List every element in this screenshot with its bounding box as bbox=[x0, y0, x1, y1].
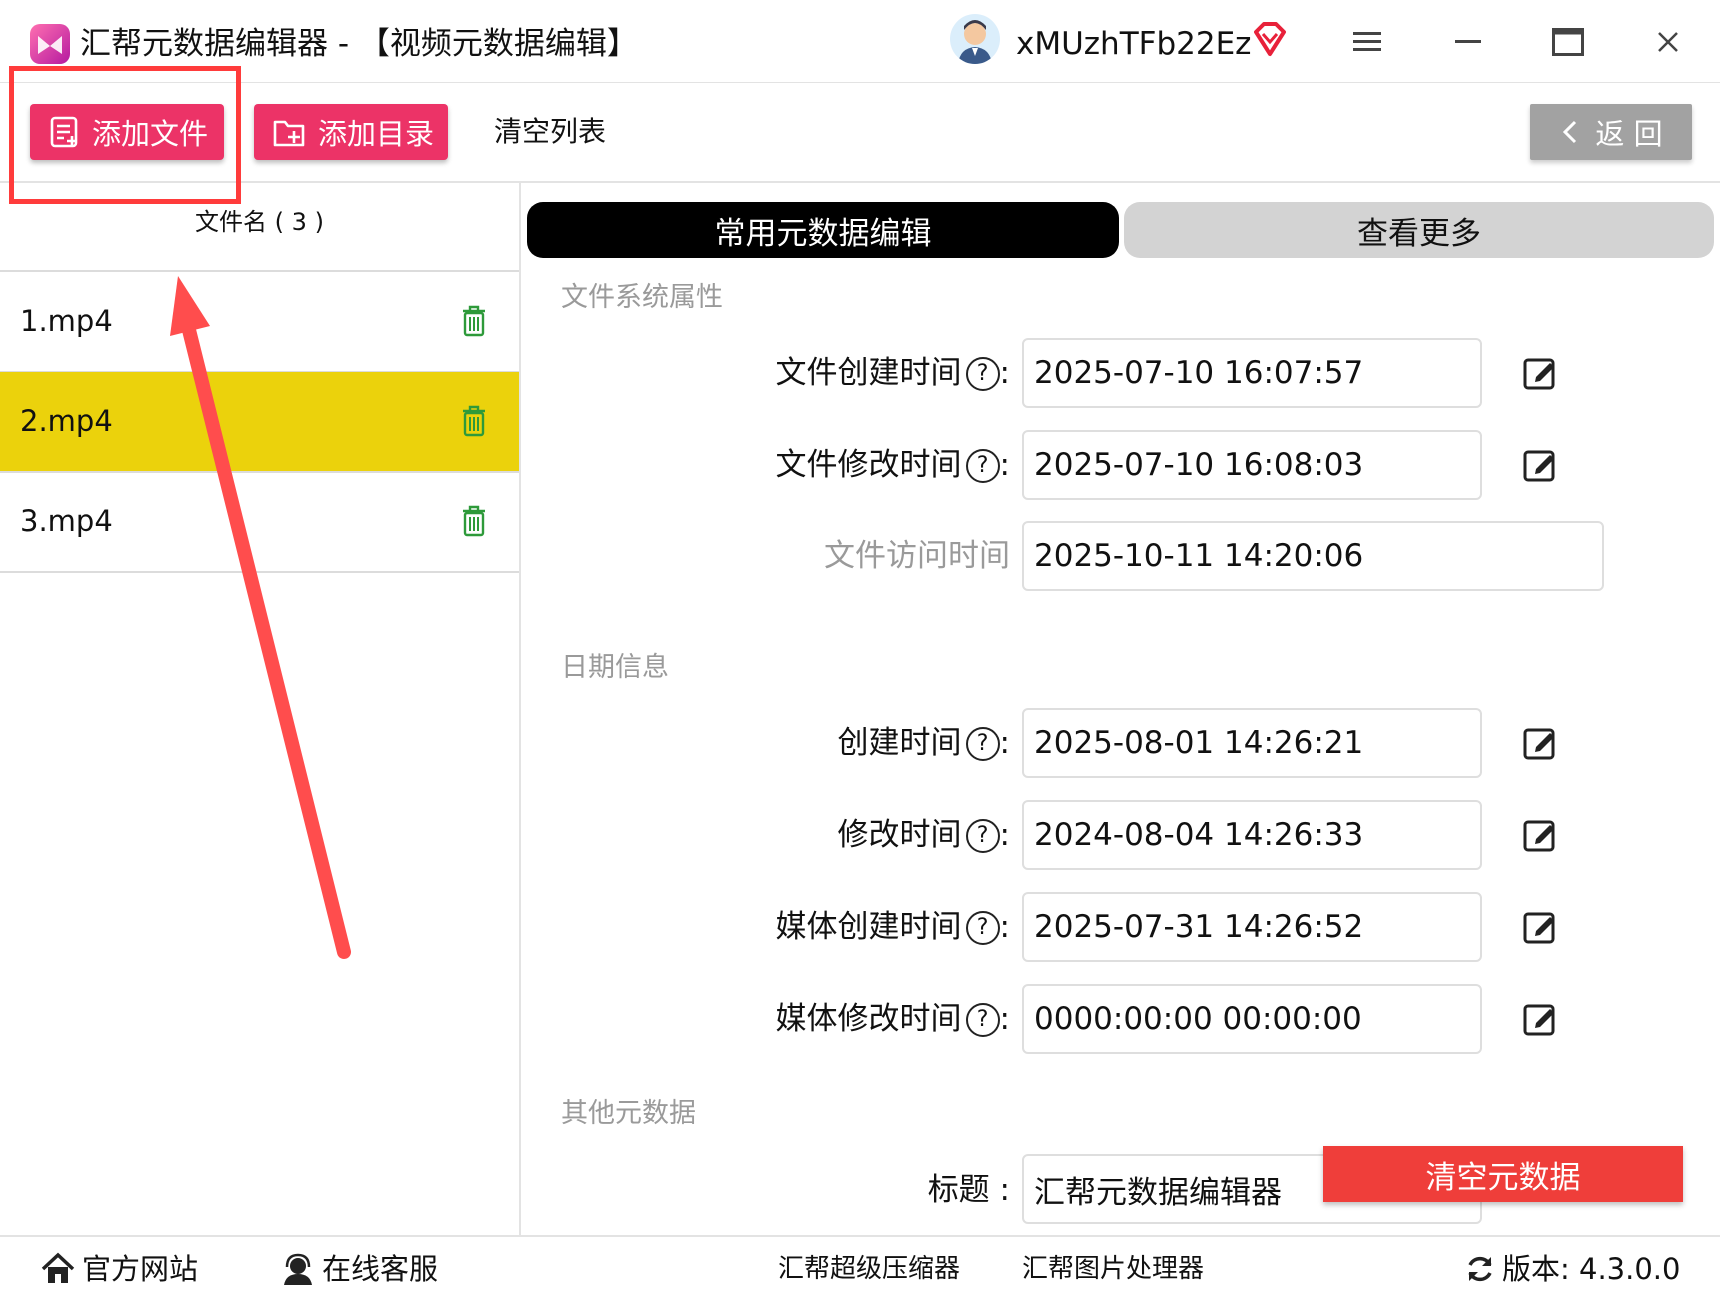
edit-icon[interactable] bbox=[1522, 909, 1558, 945]
minimize-icon[interactable] bbox=[1443, 18, 1493, 66]
home-icon bbox=[41, 1252, 75, 1283]
file-name: 1.mp4 bbox=[20, 304, 113, 338]
refresh-icon bbox=[1468, 1256, 1492, 1282]
file-list-header: 文件名 ( 3 ) bbox=[195, 208, 324, 236]
app-logo-icon bbox=[30, 24, 70, 64]
website-label: 官方网站 bbox=[82, 1252, 199, 1286]
file-accessed-time-input[interactable] bbox=[1022, 521, 1604, 591]
file-name: 2.mp4 bbox=[20, 404, 113, 438]
field-label-file-modified: 文件修改时间?: bbox=[775, 447, 1010, 483]
trash-icon[interactable] bbox=[460, 304, 488, 338]
modified-time-input[interactable] bbox=[1022, 800, 1482, 870]
tab-view-more[interactable]: 查看更多 bbox=[1124, 202, 1714, 258]
file-modified-time-input[interactable] bbox=[1022, 430, 1482, 500]
file-created-time-input[interactable] bbox=[1022, 338, 1482, 408]
help-icon[interactable]: ? bbox=[965, 727, 1000, 761]
chevron-left-icon bbox=[1563, 120, 1577, 144]
edit-icon[interactable] bbox=[1522, 447, 1558, 483]
add-folder-button[interactable]: 添加目录 bbox=[254, 104, 448, 160]
field-label-modified: 修改时间?: bbox=[837, 817, 1010, 853]
media-created-time-input[interactable] bbox=[1022, 892, 1482, 962]
hamburger-icon[interactable] bbox=[1342, 18, 1392, 66]
field-label-created: 创建时间?: bbox=[837, 725, 1010, 761]
clear-metadata-button[interactable]: 清空元数据 bbox=[1323, 1146, 1683, 1202]
online-support-link[interactable]: 在线客服 bbox=[280, 1248, 438, 1290]
help-icon[interactable]: ? bbox=[965, 1003, 1000, 1037]
username: xMUzhTFb22Ez bbox=[1016, 26, 1252, 62]
file-row[interactable]: 1.mp4 bbox=[0, 272, 519, 373]
clear-list-button[interactable]: 清空列表 bbox=[494, 112, 606, 152]
vip-diamond-icon[interactable] bbox=[1250, 20, 1290, 60]
field-label-file-created: 文件创建时间?: bbox=[775, 355, 1010, 391]
field-label-title: 标题 : bbox=[927, 1172, 1010, 1208]
add-folder-label: 添加目录 bbox=[318, 117, 435, 151]
customer-service-icon bbox=[284, 1253, 312, 1285]
help-icon[interactable]: ? bbox=[965, 819, 1000, 853]
help-icon[interactable]: ? bbox=[965, 911, 1000, 945]
compressor-link[interactable]: 汇帮超级压缩器 bbox=[778, 1248, 960, 1290]
folder-add-icon bbox=[273, 120, 305, 147]
official-website-link[interactable]: 官方网站 bbox=[40, 1248, 198, 1290]
tab-common-metadata[interactable]: 常用元数据编辑 bbox=[527, 202, 1119, 258]
back-label: 返 回 bbox=[1595, 117, 1663, 151]
image-tool-link[interactable]: 汇帮图片处理器 bbox=[1022, 1248, 1204, 1290]
help-icon[interactable]: ? bbox=[965, 357, 1000, 391]
support-label: 在线客服 bbox=[322, 1252, 439, 1286]
section-title-other: 其他元数据 bbox=[561, 1098, 696, 1129]
section-title-filesystem: 文件系统属性 bbox=[561, 282, 723, 313]
edit-icon[interactable] bbox=[1522, 725, 1558, 761]
field-label-media-modified: 媒体修改时间?: bbox=[775, 1001, 1010, 1037]
window-title: 汇帮元数据编辑器 - 【视频元数据编辑】 bbox=[80, 26, 638, 62]
edit-icon[interactable] bbox=[1522, 355, 1558, 391]
file-row-selected[interactable]: 2.mp4 bbox=[0, 372, 519, 473]
trash-icon[interactable] bbox=[460, 404, 488, 438]
file-row[interactable]: 3.mp4 bbox=[0, 472, 519, 573]
media-modified-time-input[interactable] bbox=[1022, 984, 1482, 1054]
created-time-input[interactable] bbox=[1022, 708, 1482, 778]
close-icon[interactable] bbox=[1643, 18, 1693, 66]
avatar[interactable] bbox=[950, 14, 1000, 64]
edit-icon[interactable] bbox=[1522, 817, 1558, 853]
help-icon[interactable]: ? bbox=[965, 449, 1000, 483]
edit-icon[interactable] bbox=[1522, 1001, 1558, 1037]
file-name: 3.mp4 bbox=[20, 504, 113, 538]
version-info[interactable]: 版本: 4.3.0.0 bbox=[1464, 1248, 1680, 1290]
section-title-date: 日期信息 bbox=[561, 652, 669, 683]
field-label-media-created: 媒体创建时间?: bbox=[775, 909, 1010, 945]
back-button[interactable]: 返 回 bbox=[1530, 104, 1692, 160]
field-label-file-accessed: 文件访问时间 bbox=[824, 538, 1010, 574]
version-label: 版本: 4.3.0.0 bbox=[1502, 1252, 1681, 1286]
trash-icon[interactable] bbox=[460, 504, 488, 538]
maximize-icon[interactable] bbox=[1543, 18, 1593, 66]
